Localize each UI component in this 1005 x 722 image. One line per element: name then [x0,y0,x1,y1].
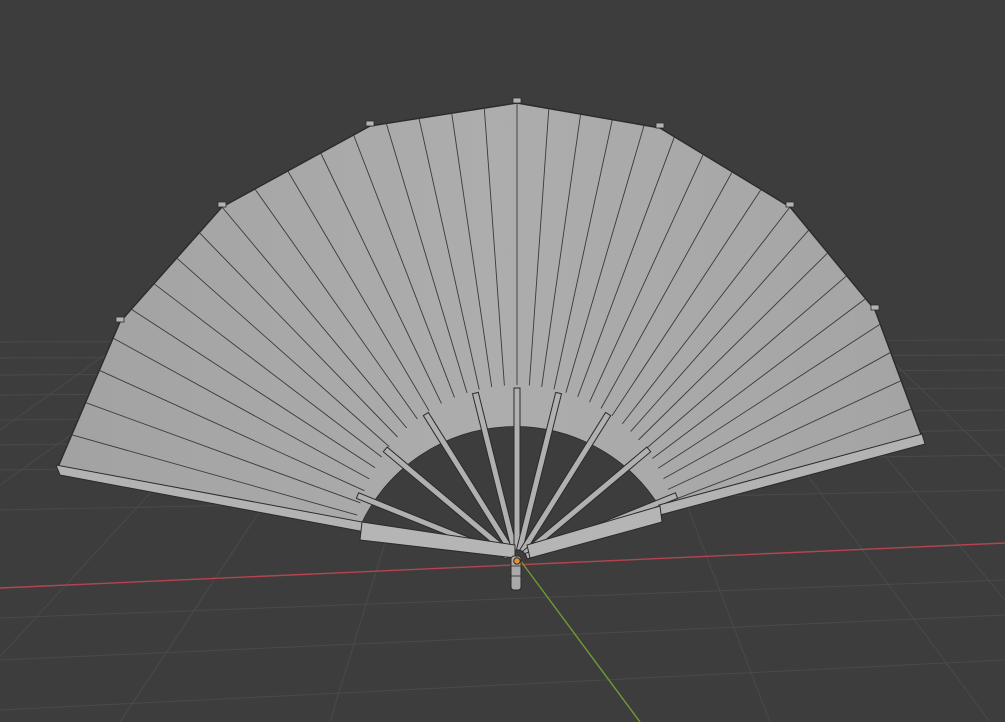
fan-stick-tip [870,304,880,311]
y-axis-line [519,559,641,722]
fan-stick-tip [655,122,665,129]
fan-stick-tip [512,97,522,104]
fan-model[interactable] [55,97,926,591]
object-origin-dot [513,557,521,565]
fan-stick-tip [365,120,375,127]
viewport-canvas[interactable] [0,0,1005,722]
fan-rib [513,387,521,551]
fan-stick-tip [115,316,125,323]
3d-viewport[interactable] [0,0,1005,722]
fan-stick-tip [785,201,795,208]
fan-stick-tip [217,201,227,208]
